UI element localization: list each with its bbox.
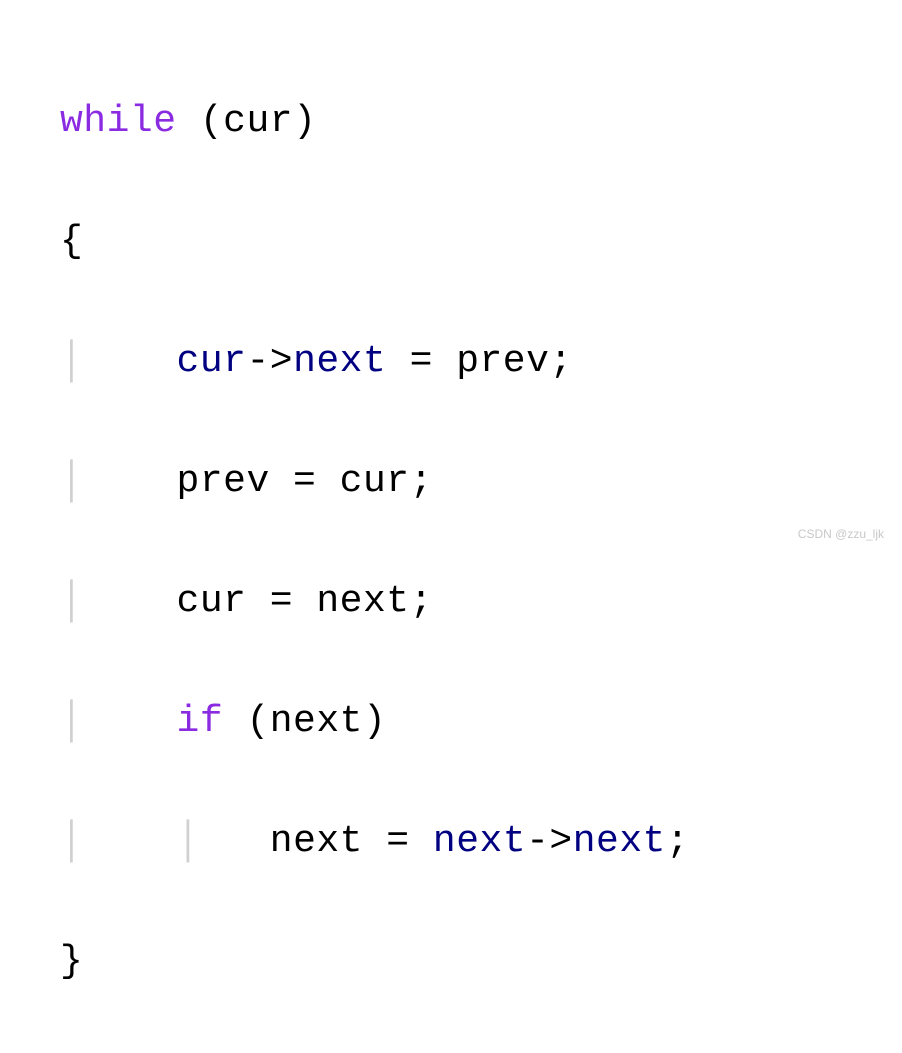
- brace-close: }: [60, 940, 83, 983]
- indent: [83, 700, 176, 743]
- indent-guide: │: [60, 820, 83, 863]
- indent-guide: │: [60, 580, 83, 623]
- code-line-8: }: [60, 932, 902, 992]
- member-next: next: [293, 340, 386, 383]
- indent: [83, 460, 176, 503]
- var-next: next: [433, 820, 526, 863]
- code-line-6: │ if (next): [60, 692, 902, 752]
- indent: [83, 820, 176, 863]
- arrow-op: ->: [246, 340, 293, 383]
- paren-open: (: [177, 100, 224, 143]
- semicolon: ;: [666, 820, 689, 863]
- member-next: next: [573, 820, 666, 863]
- indent: [83, 340, 176, 383]
- var-cur: cur: [177, 340, 247, 383]
- indent-guide-inner: │: [177, 820, 200, 863]
- code-line-2: {: [60, 212, 902, 272]
- indent: [200, 820, 270, 863]
- paren-close: ): [293, 100, 316, 143]
- code-line-1: while (cur): [60, 92, 902, 152]
- watermark-text: CSDN @zzu_ljk: [798, 527, 884, 541]
- assign-next-pre: next =: [270, 820, 433, 863]
- indent: [83, 580, 176, 623]
- code-block: while (cur) { │ cur->next = prev; │ prev…: [60, 32, 902, 1053]
- keyword-while: while: [60, 100, 177, 143]
- if-cond: (next): [223, 700, 386, 743]
- code-line-4: │ prev = cur;: [60, 452, 902, 512]
- indent-guide: │: [60, 340, 83, 383]
- brace-open: {: [60, 220, 83, 263]
- indent-guide: │: [60, 700, 83, 743]
- condition-var: cur: [223, 100, 293, 143]
- assign-prev: = prev;: [386, 340, 572, 383]
- code-line-7: │ │ next = next->next;: [60, 812, 902, 872]
- code-line-5: │ cur = next;: [60, 572, 902, 632]
- indent-guide: │: [60, 460, 83, 503]
- code-line-3: │ cur->next = prev;: [60, 332, 902, 392]
- stmt-prev-cur: prev = cur;: [177, 460, 433, 503]
- stmt-cur-next: cur = next;: [177, 580, 433, 623]
- arrow-op: ->: [526, 820, 573, 863]
- keyword-if: if: [177, 700, 224, 743]
